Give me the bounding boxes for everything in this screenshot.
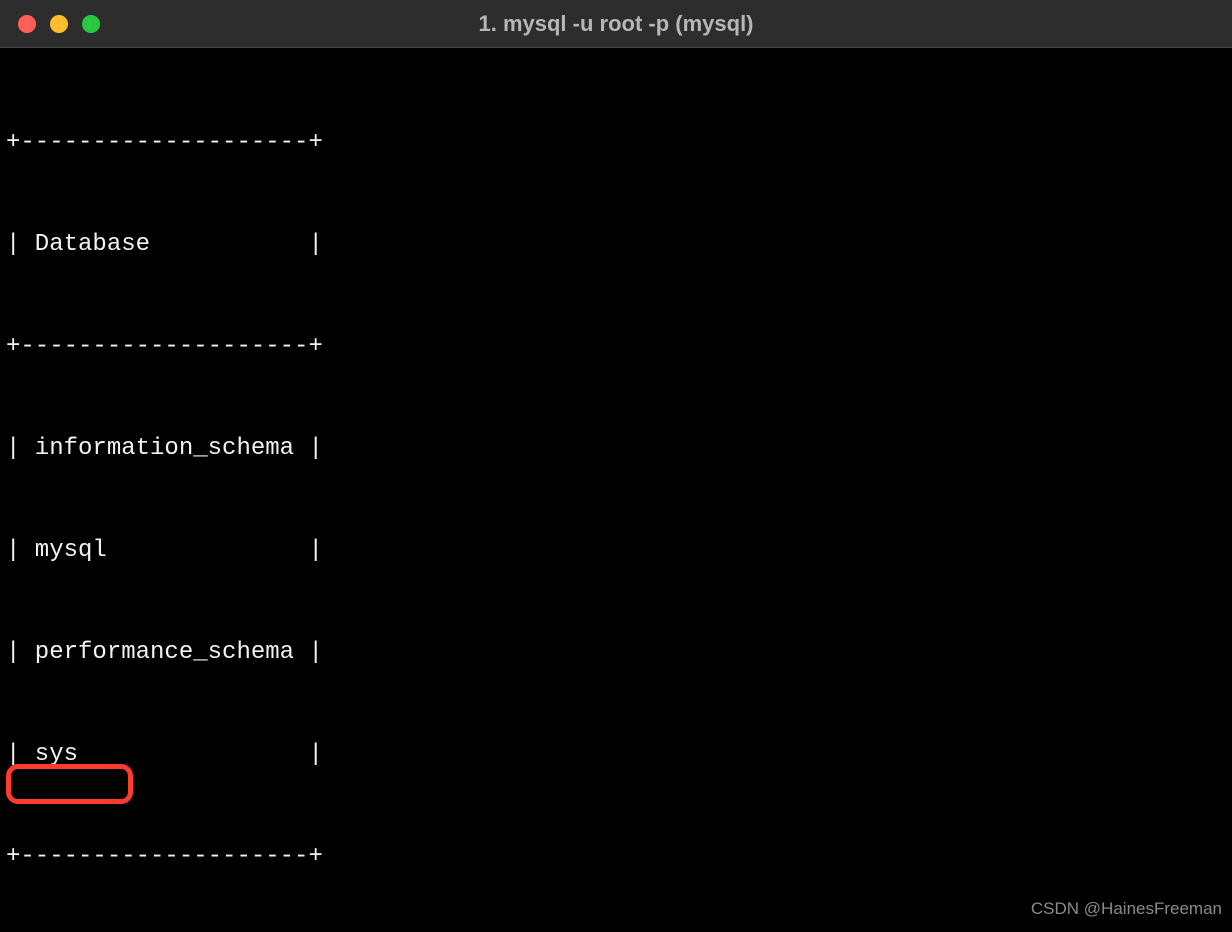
watermark-text: CSDN @HainesFreeman xyxy=(1031,892,1222,926)
terminal-area[interactable]: +--------------------+ | Database | +---… xyxy=(0,48,1232,932)
close-icon[interactable] xyxy=(18,15,36,33)
terminal-line: | Database | xyxy=(6,228,1226,262)
maximize-icon[interactable] xyxy=(82,15,100,33)
terminal-line: | mysql | xyxy=(6,534,1226,568)
window-title: 1. mysql -u root -p (mysql) xyxy=(0,11,1232,37)
terminal-line: | performance_schema | xyxy=(6,636,1226,670)
terminal-line: | information_schema | xyxy=(6,432,1226,466)
terminal-line: +--------------------+ xyxy=(6,330,1226,364)
minimize-icon[interactable] xyxy=(50,15,68,33)
terminal-line: | sys | xyxy=(6,738,1226,772)
traffic-lights xyxy=(0,15,100,33)
terminal-line: +--------------------+ xyxy=(6,126,1226,160)
window-titlebar: 1. mysql -u root -p (mysql) xyxy=(0,0,1232,48)
terminal-line: +--------------------+ xyxy=(6,840,1226,874)
